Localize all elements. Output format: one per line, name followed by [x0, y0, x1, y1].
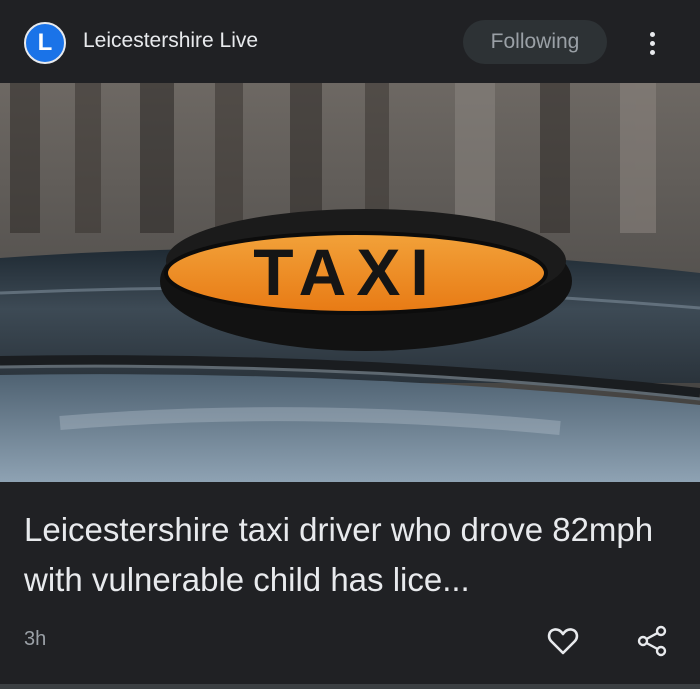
- share-icon[interactable]: [634, 623, 670, 659]
- source-logo[interactable]: L: [24, 22, 66, 64]
- article-image[interactable]: TAXI: [0, 83, 700, 482]
- article-headline[interactable]: Leicestershire taxi driver who drove 82m…: [24, 505, 674, 605]
- news-card[interactable]: L Leicestershire Live Following TAXI Lei…: [0, 0, 700, 689]
- more-options-icon[interactable]: [637, 28, 667, 58]
- publish-time: 3h: [24, 628, 47, 650]
- card-header: L Leicestershire Live Following: [0, 0, 700, 83]
- source-logo-letter: L: [37, 29, 53, 56]
- source-name[interactable]: Leicestershire Live: [83, 29, 258, 53]
- card-divider: [0, 684, 700, 689]
- taxi-photo: TAXI: [0, 83, 700, 482]
- heart-icon[interactable]: [545, 623, 581, 659]
- following-button[interactable]: Following: [463, 20, 607, 64]
- taxi-sign-text: TAXI: [253, 235, 438, 309]
